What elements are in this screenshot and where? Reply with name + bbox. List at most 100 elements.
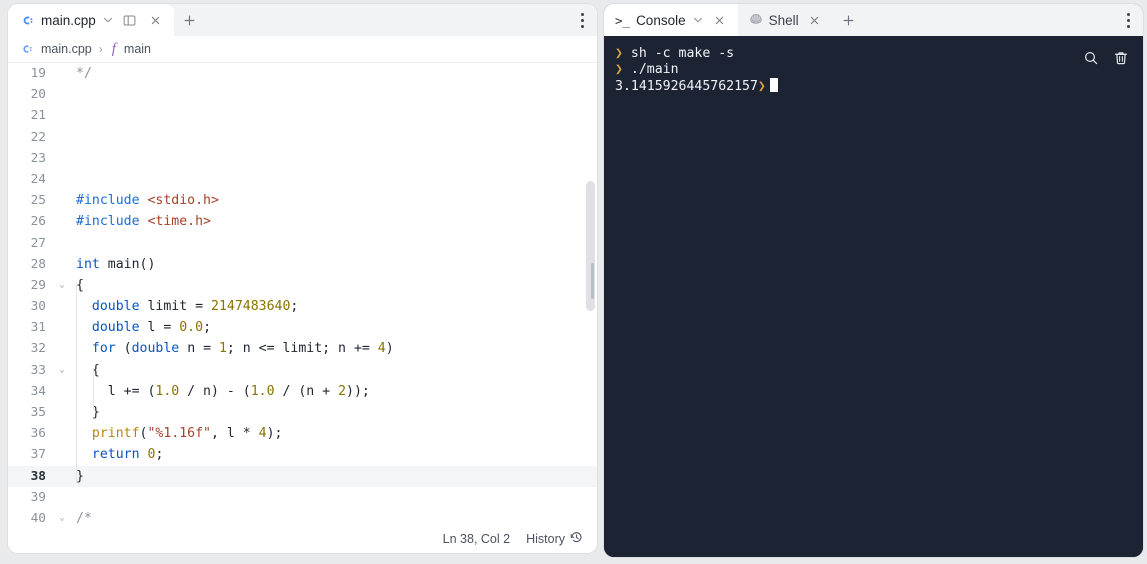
kebab-menu-icon xyxy=(1126,12,1130,28)
line-number: 36 xyxy=(30,426,46,442)
console-search-button[interactable] xyxy=(1079,46,1103,70)
code-text: #include <time.h> xyxy=(76,214,212,230)
code-text: } xyxy=(76,405,100,420)
close-console-tab-icon[interactable] xyxy=(710,10,730,30)
line-number: 28 xyxy=(30,256,46,272)
code-text: { xyxy=(76,277,84,293)
code-line[interactable]: 23 xyxy=(8,148,597,169)
trash-icon xyxy=(1114,52,1128,65)
code-line[interactable]: 40 ⌄ /* xyxy=(8,508,597,525)
terminal-command: sh -c make -s xyxy=(630,46,735,61)
console-tab-label: Console xyxy=(636,12,686,28)
line-number: 40 xyxy=(30,510,46,525)
code-line[interactable]: 38} xyxy=(8,465,597,487)
code-line[interactable]: 32 for (double n = 1; n <= limit; n += 4… xyxy=(8,338,597,359)
line-number: 21 xyxy=(30,108,46,124)
line-number: 24 xyxy=(30,171,46,187)
history-button[interactable]: History xyxy=(526,531,583,547)
kebab-menu-icon xyxy=(580,12,584,28)
new-console-tab-button[interactable] xyxy=(839,10,859,30)
terminal-cursor[interactable] xyxy=(769,78,778,92)
code-text: { xyxy=(76,362,100,378)
terminal-line: 3.1415926445762157❯ xyxy=(615,78,1131,95)
code-text: /* xyxy=(76,510,92,525)
code-text: l += (1.0 / n) - (1.0 / (n + 2)); xyxy=(76,383,370,399)
terminal-line: ❯ ./main xyxy=(615,62,1131,78)
code-line[interactable]: 29 ⌄ { xyxy=(8,275,597,296)
cpp-file-icon xyxy=(20,13,35,28)
editor-tabbar: main.cpp xyxy=(8,4,597,36)
terminal-output: ❯ sh -c make -s ❯ ./main 3.141592644576215… xyxy=(604,36,1143,95)
editor-tab-main-cpp[interactable]: main.cpp xyxy=(8,4,174,36)
shell-icon xyxy=(749,13,763,27)
line-number: 34 xyxy=(30,383,46,399)
code-editor[interactable]: 19 */ 20 21 22 23 24 25 #include <stdio.h> 26 #inc… xyxy=(8,62,597,525)
code-line[interactable]: 21 xyxy=(8,105,597,126)
console-tab-shell[interactable]: Shell xyxy=(738,4,833,36)
console-menu-button[interactable] xyxy=(1113,4,1143,36)
editor-menu-button[interactable] xyxy=(567,4,597,36)
line-number: 19 xyxy=(30,66,46,81)
editor-tab-title: main.cpp xyxy=(41,12,96,28)
split-editor-icon[interactable] xyxy=(120,10,140,30)
line-number: 39 xyxy=(30,489,46,505)
code-text: */ xyxy=(76,66,92,81)
prompt-arrow-icon: ❯ xyxy=(615,46,631,61)
close-tab-icon[interactable] xyxy=(146,10,166,30)
line-number: 38 xyxy=(30,468,46,484)
editor-statusbar: Ln 38, Col 2 History xyxy=(8,525,597,553)
breadcrumb-file[interactable]: main.cpp xyxy=(41,42,92,56)
code-text: #include <stdio.h> xyxy=(76,193,219,209)
fold-toggle-icon[interactable]: ⌄ xyxy=(56,508,68,525)
breadcrumb-separator: › xyxy=(98,42,103,56)
line-number: 26 xyxy=(30,214,46,230)
fold-toggle-icon[interactable]: ⌄ xyxy=(56,360,68,381)
code-lines: 19 */ 20 21 22 23 24 25 #include <stdio.h> 26 #inc… xyxy=(8,63,597,525)
editor-scrollbar-thumb[interactable] xyxy=(591,263,594,299)
code-line[interactable]: 19 */ xyxy=(8,63,597,84)
code-line[interactable]: 36 printf("%1.16f", l * 4); xyxy=(8,423,597,444)
console-clear-button[interactable] xyxy=(1109,46,1133,70)
line-number: 37 xyxy=(30,447,46,463)
code-line[interactable]: 27 xyxy=(8,233,597,254)
function-symbol-icon: f xyxy=(111,40,116,57)
line-number: 20 xyxy=(30,87,46,103)
terminal-prompt-icon: >_ xyxy=(615,12,631,28)
code-line[interactable]: 31 double l = 0.0; xyxy=(8,317,597,338)
console-output-area[interactable]: ❯ sh -c make -s ❯ ./main 3.141592644576215… xyxy=(604,36,1143,557)
chevron-down-icon[interactable] xyxy=(692,14,704,26)
console-actions xyxy=(1079,46,1133,70)
code-line[interactable]: 22 xyxy=(8,127,597,148)
breadcrumb-symbol[interactable]: main xyxy=(124,42,151,56)
code-line[interactable]: 24 xyxy=(8,169,597,190)
code-line[interactable]: 37 return 0; xyxy=(8,444,597,465)
editor-pane: main.cpp main.cpp › f main 19 */ 20 21 2… xyxy=(8,4,597,553)
code-line[interactable]: 30 double limit = 2147483640; xyxy=(8,296,597,317)
line-number: 22 xyxy=(30,129,46,145)
code-line[interactable]: 25 #include <stdio.h> xyxy=(8,190,597,211)
code-line[interactable]: 26 #include <time.h> xyxy=(8,211,597,232)
code-line[interactable]: 20 xyxy=(8,84,597,105)
code-line[interactable]: 28 int main() xyxy=(8,254,597,275)
code-text: return 0; xyxy=(91,447,164,463)
close-shell-tab-icon[interactable] xyxy=(805,10,825,30)
code-line[interactable]: 34 l += (1.0 / n) - (1.0 / (n + 2)); xyxy=(8,381,597,402)
fold-toggle-icon[interactable]: ⌄ xyxy=(56,275,68,296)
terminal-line: ❯ sh -c make -s xyxy=(615,46,1131,62)
new-editor-tab-button[interactable] xyxy=(180,10,200,30)
line-number: 29 xyxy=(30,277,46,293)
ide-window: main.cpp main.cpp › f main 19 */ 20 21 2… xyxy=(0,0,1147,564)
code-text: } xyxy=(76,468,84,484)
cursor-position[interactable]: Ln 38, Col 2 xyxy=(443,532,510,546)
chevron-down-icon[interactable] xyxy=(102,14,114,26)
code-line[interactable]: 33 ⌄ { xyxy=(8,360,597,381)
line-number: 23 xyxy=(30,150,46,166)
console-pane: >_ Console Shell ❯ sh -c make -s ❯ ./mai… xyxy=(604,4,1143,557)
code-line[interactable]: 39 xyxy=(8,487,597,508)
code-text: double limit = 2147483640; xyxy=(91,299,299,315)
code-text: double l = 0.0; xyxy=(91,320,212,336)
code-line[interactable]: 35 } xyxy=(8,402,597,423)
line-number: 33 xyxy=(30,362,46,378)
code-text: int main() xyxy=(76,256,156,272)
console-tab-console[interactable]: >_ Console xyxy=(604,4,738,36)
